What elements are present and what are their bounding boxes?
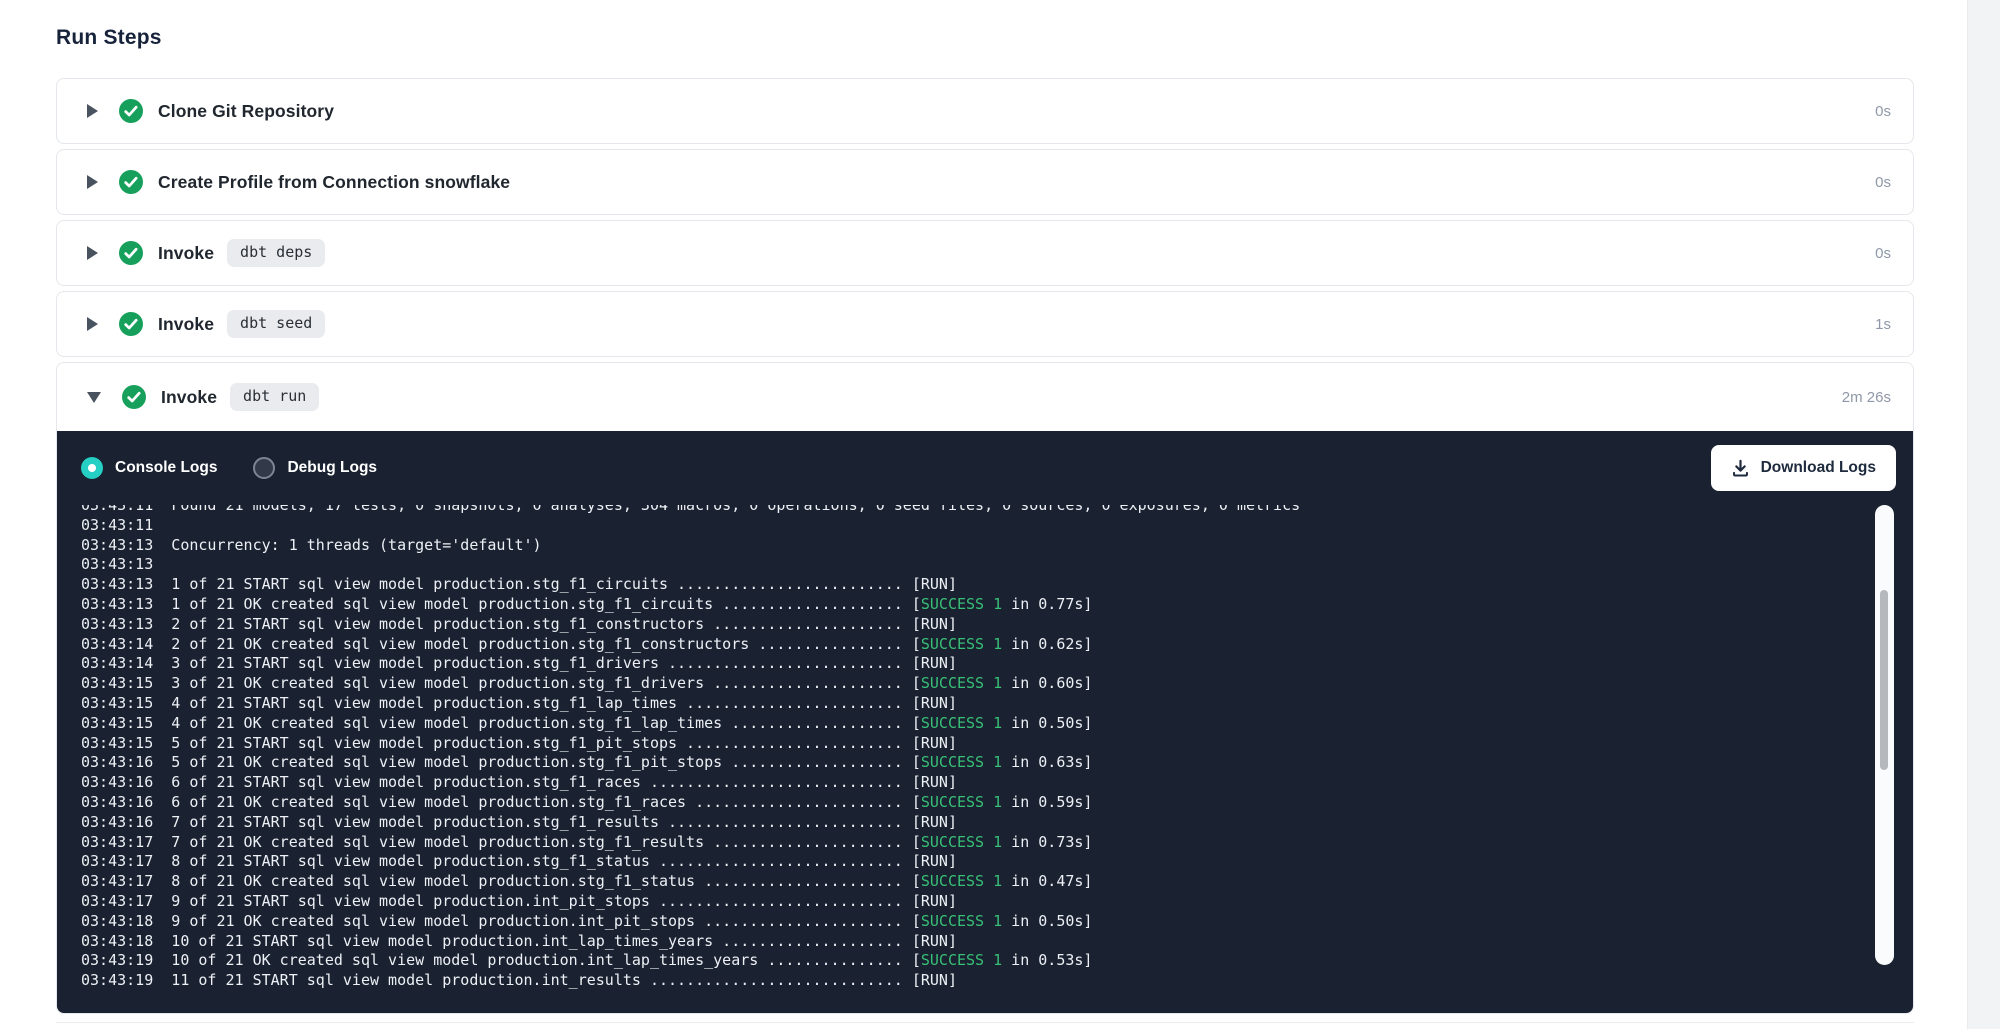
- success-label: SUCCESS 1: [921, 872, 1002, 890]
- success-check-icon: [122, 385, 146, 409]
- step-duration: 0s: [1875, 103, 1891, 120]
- step-status: [122, 385, 146, 409]
- step-command-badge: dbt run: [230, 383, 319, 411]
- step-title: Clone Git Repository: [158, 101, 334, 122]
- step-command-badge: dbt seed: [227, 310, 325, 338]
- log-line: 03:43:14 3 of 21 START sql view model pr…: [81, 654, 1913, 674]
- expand-caret-icon[interactable]: [87, 175, 98, 189]
- success-label: SUCCESS 1: [921, 833, 1002, 851]
- step-card: Invoke dbt deps 0s: [56, 220, 1914, 286]
- step-status: [119, 241, 143, 265]
- console-logs-tab-label[interactable]: Console Logs: [115, 459, 217, 477]
- page-title: Run Steps: [56, 26, 162, 50]
- radio-selected-dot: [88, 464, 96, 472]
- step-card: Invoke dbt seed 1s: [56, 291, 1914, 357]
- debug-logs-radio[interactable]: [253, 457, 275, 479]
- log-line: 03:43:19 10 of 21 OK created sql view mo…: [81, 951, 1913, 971]
- step-duration: 0s: [1875, 245, 1891, 262]
- step-header[interactable]: Clone Git Repository 0s: [57, 79, 1913, 143]
- log-line: 03:43:14 2 of 21 OK created sql view mod…: [81, 635, 1913, 655]
- success-label: SUCCESS 1: [921, 635, 1002, 653]
- step-duration: 1s: [1875, 316, 1891, 333]
- step-header[interactable]: Invoke dbt seed 1s: [57, 292, 1913, 356]
- success-check-icon: [119, 312, 143, 336]
- step-title: Create Profile from Connection snowflake: [158, 172, 510, 193]
- success-label: SUCCESS 1: [921, 951, 1002, 969]
- log-line: 03:43:18 9 of 21 OK created sql view mod…: [81, 912, 1913, 932]
- step-header[interactable]: Invoke dbt run 2m 26s: [57, 363, 1913, 431]
- step-title: Invoke: [161, 387, 217, 408]
- log-line: 03:43:18 10 of 21 START sql view model p…: [81, 932, 1913, 952]
- log-line: 03:43:13 Concurrency: 1 threads (target=…: [81, 536, 1913, 556]
- step-card: Invoke dbt run 2m 26s Console Logs Debug L…: [56, 362, 1914, 1014]
- step-header[interactable]: Invoke dbt deps 0s: [57, 221, 1913, 285]
- run-steps-list: Clone Git Repository0sCreate Profile fro…: [56, 78, 1914, 1019]
- log-line: 03:43:17 8 of 21 OK created sql view mod…: [81, 872, 1913, 892]
- log-line: 03:43:13: [81, 555, 1913, 575]
- success-label: SUCCESS 1: [921, 753, 1002, 771]
- download-logs-button[interactable]: Download Logs: [1711, 445, 1896, 491]
- console-logs-panel: Console Logs Debug Logs Download Logs 03…: [57, 431, 1913, 1013]
- download-icon: [1731, 459, 1750, 478]
- step-status: [119, 99, 143, 123]
- success-label: SUCCESS 1: [921, 912, 1002, 930]
- success-check-icon: [119, 170, 143, 194]
- log-line: 03:43:17 9 of 21 START sql view model pr…: [81, 892, 1913, 912]
- step-title: Invoke: [158, 314, 214, 335]
- log-line: 03:43:17 8 of 21 START sql view model pr…: [81, 852, 1913, 872]
- success-label: SUCCESS 1: [921, 714, 1002, 732]
- log-line: 03:43:13 1 of 21 START sql view model pr…: [81, 575, 1913, 595]
- success-check-icon: [119, 241, 143, 265]
- log-line: 03:43:13 1 of 21 OK created sql view mod…: [81, 595, 1913, 615]
- console-log-lines: 03:43:11 Found 21 models, 17 tests, 0 sn…: [81, 505, 1913, 991]
- log-line: 03:43:15 5 of 21 START sql view model pr…: [81, 734, 1913, 754]
- log-line: 03:43:15 3 of 21 OK created sql view mod…: [81, 674, 1913, 694]
- log-line: 03:43:16 7 of 21 START sql view model pr…: [81, 813, 1913, 833]
- log-line: 03:43:16 6 of 21 START sql view model pr…: [81, 773, 1913, 793]
- download-logs-label: Download Logs: [1761, 459, 1876, 477]
- success-label: SUCCESS 1: [921, 674, 1002, 692]
- log-line: 03:43:11: [81, 516, 1913, 536]
- expand-caret-icon[interactable]: [87, 246, 98, 260]
- console-logs-radio[interactable]: [81, 457, 103, 479]
- bottom-divider: [56, 1022, 1914, 1023]
- log-line: 03:43:19 11 of 21 START sql view model p…: [81, 971, 1913, 991]
- log-line: 03:43:15 4 of 21 START sql view model pr…: [81, 694, 1913, 714]
- success-check-icon: [119, 99, 143, 123]
- step-duration: 0s: [1875, 174, 1891, 191]
- page-right-gutter: [1967, 0, 2000, 1029]
- log-line: 03:43:13 2 of 21 START sql view model pr…: [81, 615, 1913, 635]
- console-log-viewport[interactable]: 03:43:11 Found 21 models, 17 tests, 0 sn…: [57, 505, 1913, 1013]
- debug-logs-tab-label[interactable]: Debug Logs: [287, 459, 377, 477]
- expand-caret-icon[interactable]: [87, 317, 98, 331]
- step-command-badge: dbt deps: [227, 239, 325, 267]
- step-status: [119, 312, 143, 336]
- success-label: SUCCESS 1: [921, 595, 1002, 613]
- log-scrollbar-track[interactable]: [1875, 505, 1894, 965]
- collapse-caret-icon[interactable]: [87, 392, 101, 403]
- log-line: 03:43:16 6 of 21 OK created sql view mod…: [81, 793, 1913, 813]
- step-duration: 2m 26s: [1842, 389, 1891, 406]
- log-toolbar: Console Logs Debug Logs Download Logs: [57, 431, 1913, 505]
- step-status: [119, 170, 143, 194]
- step-card: Clone Git Repository 0s: [56, 78, 1914, 144]
- step-card: Create Profile from Connection snowflake…: [56, 149, 1914, 215]
- log-line: 03:43:16 5 of 21 OK created sql view mod…: [81, 753, 1913, 773]
- log-line: 03:43:15 4 of 21 OK created sql view mod…: [81, 714, 1913, 734]
- expand-caret-icon[interactable]: [87, 104, 98, 118]
- step-header[interactable]: Create Profile from Connection snowflake…: [57, 150, 1913, 214]
- success-label: SUCCESS 1: [921, 793, 1002, 811]
- log-scrollbar-thumb[interactable]: [1880, 590, 1888, 770]
- step-title: Invoke: [158, 243, 214, 264]
- log-line: 03:43:11 Found 21 models, 17 tests, 0 sn…: [81, 505, 1913, 516]
- log-line: 03:43:17 7 of 21 OK created sql view mod…: [81, 833, 1913, 853]
